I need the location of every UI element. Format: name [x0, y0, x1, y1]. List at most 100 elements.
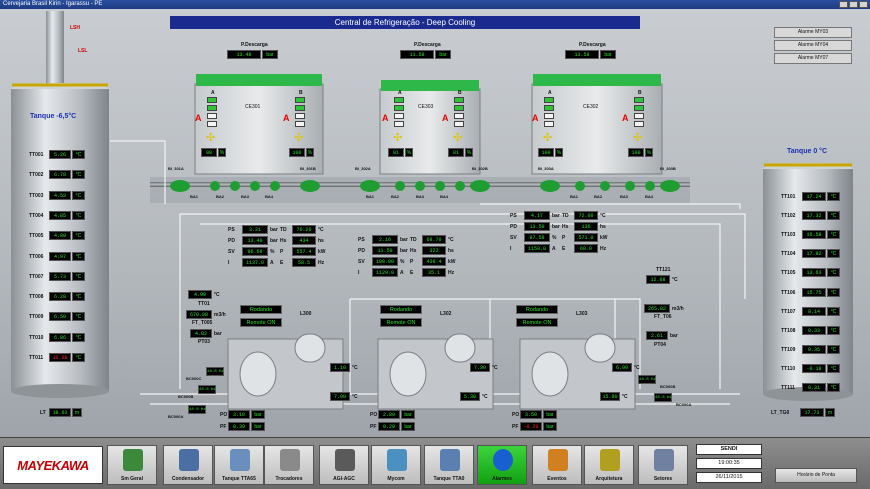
tank-right-temp-value: 17.82: [802, 249, 826, 259]
compressor-param-unit: bar: [400, 248, 408, 254]
compressor-param-unit: %: [400, 259, 405, 265]
fan-icon: ✣: [294, 132, 304, 144]
ba-tag: BA3: [241, 194, 250, 199]
fan-b-label: B: [638, 90, 642, 96]
nav-button-mycom[interactable]: Mycom: [371, 445, 421, 485]
nav-button-agi-agc[interactable]: AGI-AGC: [319, 445, 369, 485]
right-pt-value: 2.61: [646, 331, 668, 340]
nav-button-alarmes[interactable]: Alarmes: [477, 445, 527, 485]
alarm-indicator: A: [382, 113, 389, 123]
ba-tag: BA4: [440, 194, 449, 199]
fan-icon: ✣: [633, 132, 643, 144]
compressor-pf-unit: bar: [251, 422, 265, 431]
nav-button-eventos[interactable]: Eventos: [532, 445, 582, 485]
tank-left-temp-unit: °C: [72, 210, 85, 220]
tank-right-temp-value: 17.32: [802, 211, 826, 221]
compressor-param-unit: bar: [270, 227, 278, 233]
tank-right-temp-unit: °C: [827, 363, 840, 373]
compressor-param-value: 434: [292, 236, 316, 245]
compressor-param-label: P: [280, 249, 284, 255]
tank-right-temp-unit: °C: [827, 306, 840, 316]
nav-icon: [387, 449, 407, 471]
compressor-ldr-tag: L300: [300, 311, 312, 317]
compressor-temp1-unit: °C: [634, 365, 640, 371]
condenser-name: CE302: [583, 104, 599, 110]
tank-left-temp-value: 4.89: [49, 231, 71, 241]
tank-right-tag: TT103: [781, 232, 796, 239]
compressor-pf-unit: bar: [543, 422, 557, 431]
ba-tag: BA2: [216, 194, 225, 199]
compressor-param-unit: bar: [552, 224, 560, 230]
nav-button-tanque-tta65[interactable]: Tanque TTA65: [214, 445, 264, 485]
nav-button-arquitetura[interactable]: Arquitetura: [584, 445, 634, 485]
left-ft-unit: m3/h: [214, 312, 226, 318]
alarm-my07-button[interactable]: Alarme MY07: [774, 53, 852, 64]
compressor-param-value: 1150.0: [524, 244, 550, 253]
tank-left-temp-unit: °C: [72, 271, 85, 281]
window-title: Cervejaria Brasil Kirin - Igarassu - PE: [3, 1, 103, 7]
right-pt-unit: bar: [670, 333, 678, 339]
tank-left-temp-unit: °C: [72, 353, 85, 362]
tank-left-temp-unit: °C: [72, 190, 85, 200]
nav-button-label: Mycom: [387, 476, 405, 482]
minimize-button[interactable]: [839, 1, 848, 8]
alarm-my03-button[interactable]: Alarme MY03: [774, 27, 852, 38]
nav-button-trocadores[interactable]: Trocadores: [264, 445, 314, 485]
tank-right-temp-unit: °C: [827, 192, 840, 201]
tank-left-tag: TT002: [29, 172, 44, 179]
tank-right-tag: TT107: [781, 308, 796, 315]
close-button[interactable]: [859, 1, 868, 8]
compressor-temp2-value: 7.00: [330, 392, 350, 401]
fan-stage-indicator: [544, 113, 554, 119]
right-ft-tag: FT_T06: [654, 314, 672, 320]
compressor-param-label: I: [510, 246, 512, 252]
fan-stage-indicator: [634, 121, 644, 127]
tank-left-tag: TT007: [29, 273, 44, 280]
nav-button-label: Tanque TTA0: [433, 476, 465, 482]
tank-left-temp-value: 6.50: [49, 312, 71, 322]
tank-left-temp-unit: °C: [72, 231, 85, 241]
nav-button-label: Arquitetura: [595, 476, 623, 482]
condenser-pressure-value: 13.58: [565, 50, 599, 59]
fan-stage-indicator: [634, 113, 644, 119]
alarm-my04-button[interactable]: Alarme MY04: [774, 40, 852, 51]
tank-right-temp-value: 16.58: [802, 230, 826, 240]
ba-tag: BA4: [265, 194, 274, 199]
compressor-temp2-unit: °C: [352, 394, 358, 400]
condenser-pressure-unit: bar: [262, 50, 278, 59]
nav-button-label: Tanque TTA65: [222, 476, 256, 482]
compressor-param-value: 35.1: [422, 268, 446, 277]
page-title: Central de Refrigeração - Deep Cooling: [170, 16, 640, 29]
maximize-button[interactable]: [849, 1, 858, 8]
fan-stage-indicator: [394, 113, 404, 119]
nav-button-setores[interactable]: Setores: [638, 445, 688, 485]
bottom-toolbar: MAYEKAWA Sm Geral Condensador Tanque TTA65…: [0, 437, 870, 489]
condenser-pressure-label: P.Descarga: [414, 42, 441, 48]
nav-icon: [654, 449, 674, 471]
horario-de-ponta-button[interactable]: Horário de Ponta: [775, 468, 857, 483]
tank-right-tag: TT108: [781, 327, 796, 334]
condenser-pressure-label: P.Descarga: [241, 42, 268, 48]
tank-left-temp-value: 5.26: [49, 150, 71, 159]
right-tt-value: 12.68: [646, 275, 670, 284]
nav-button-tanque-tta0[interactable]: Tanque TTA0: [424, 445, 474, 485]
alarm-indicator: A: [532, 113, 539, 123]
compressor-param-value: 322: [422, 246, 446, 255]
fan-stage-indicator: [207, 121, 217, 127]
nav-button-condensador[interactable]: Condensador: [163, 445, 213, 485]
left-tt-tag: TT01: [198, 301, 210, 307]
tank-left-tag: TT010: [29, 334, 44, 341]
fan-speed-unit: %: [555, 148, 563, 157]
compressor-param-label: PS: [358, 237, 365, 243]
nav-icon: [230, 449, 250, 471]
nav-button-sm-geral[interactable]: Sm Geral: [107, 445, 157, 485]
right-pt-tag: PT04: [654, 342, 666, 348]
compressor-param-unit: Hz: [318, 260, 325, 266]
compressor-param-unit: °C: [448, 237, 454, 243]
process-graphics: [11, 11, 853, 410]
tank-right-temp-value: 15.75: [802, 287, 826, 297]
nav-icon: [600, 449, 620, 471]
compressor-param-unit: %: [270, 249, 275, 255]
compressor-mode: Remote ON: [380, 318, 422, 327]
compressor-param-label: I: [358, 270, 360, 276]
